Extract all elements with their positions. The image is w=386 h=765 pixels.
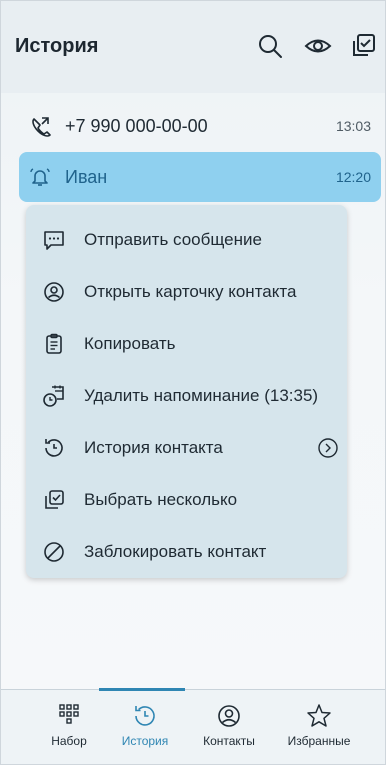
menu-delete-reminder[interactable]: Удалить напоминание (13:35) bbox=[26, 371, 347, 421]
menu-contact-history[interactable]: История контакта bbox=[26, 423, 347, 473]
menu-label: Заблокировать контакт bbox=[84, 542, 267, 561]
tab-label: Контакты bbox=[203, 734, 255, 748]
tab-contacts[interactable]: Контакты bbox=[181, 698, 277, 762]
multi-select-icon[interactable] bbox=[348, 31, 378, 61]
menu-label: Удалить напоминание (13:35) bbox=[84, 386, 319, 405]
eye-icon[interactable] bbox=[303, 31, 333, 61]
menu-label: История контакта bbox=[84, 438, 223, 457]
menu-label: Отправить сообщение bbox=[84, 230, 262, 249]
contacts-icon bbox=[215, 702, 243, 730]
menu-select-multiple[interactable]: Выбрать несколько bbox=[26, 475, 347, 525]
active-tab-indicator bbox=[99, 688, 185, 691]
multi-select-icon bbox=[42, 488, 66, 512]
delete-reminder-icon bbox=[42, 384, 66, 408]
reminder-bell-icon bbox=[29, 166, 51, 188]
app-bar: История bbox=[1, 1, 385, 93]
menu-label: Выбрать несколько bbox=[84, 490, 238, 509]
block-icon bbox=[42, 540, 66, 564]
call-name: +7 990 000-00-00 bbox=[65, 115, 208, 136]
call-name: Иван bbox=[65, 166, 108, 187]
contact-card-icon bbox=[42, 280, 66, 304]
tab-favorites[interactable]: Избранные bbox=[271, 698, 367, 762]
chevron-right-icon bbox=[317, 437, 339, 459]
search-icon[interactable] bbox=[255, 31, 285, 61]
message-icon bbox=[42, 228, 66, 252]
call-time: 12:20 bbox=[335, 169, 371, 185]
tab-label: Избранные bbox=[287, 734, 351, 748]
menu-label: Открыть карточку контакта bbox=[84, 282, 297, 301]
menu-send-message[interactable]: Отправить сообщение bbox=[26, 215, 347, 265]
menu-open-contact-card[interactable]: Открыть карточку контакта bbox=[26, 267, 347, 317]
tab-history[interactable]: История bbox=[97, 698, 193, 762]
page-title: История bbox=[15, 35, 99, 57]
context-menu: Отправить сообщение Открыть карточку кон… bbox=[26, 205, 347, 578]
outgoing-call-icon bbox=[29, 115, 51, 137]
dialpad-icon bbox=[55, 702, 83, 730]
clipboard-icon bbox=[42, 332, 66, 356]
bottom-nav: Набор История Контакты Избранные bbox=[1, 688, 385, 764]
star-icon bbox=[305, 702, 333, 730]
phone-screen: История +7 990 000-00-00 13:03 Иван 12:2… bbox=[0, 0, 386, 765]
call-row[interactable]: +7 990 000-00-00 13:03 bbox=[19, 101, 381, 151]
history-icon bbox=[42, 436, 66, 460]
menu-label: Копировать bbox=[84, 334, 176, 353]
menu-copy[interactable]: Копировать bbox=[26, 319, 347, 369]
call-time: 13:03 bbox=[335, 118, 371, 134]
tab-label: История bbox=[121, 734, 169, 748]
menu-block-contact[interactable]: Заблокировать контакт bbox=[26, 527, 347, 577]
history-icon bbox=[131, 702, 159, 730]
call-row-selected[interactable]: Иван 12:20 bbox=[19, 152, 381, 202]
